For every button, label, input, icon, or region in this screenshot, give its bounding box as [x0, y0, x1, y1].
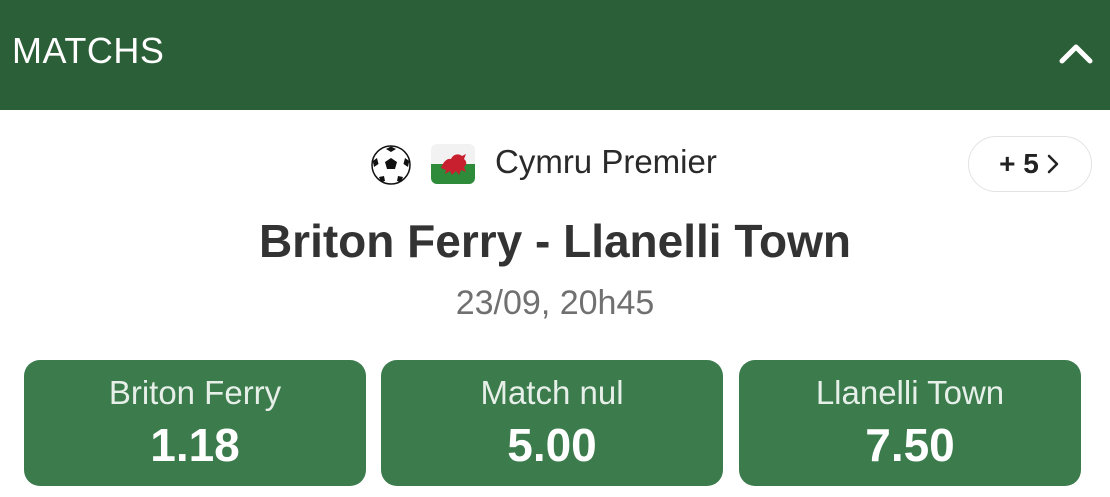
league-row: Cymru Premier + 5 [0, 136, 1110, 192]
league-name[interactable]: Cymru Premier [495, 143, 717, 181]
chevron-up-icon[interactable] [1056, 34, 1096, 74]
odd-value-away: 7.50 [865, 419, 955, 471]
wales-flag-icon [431, 144, 475, 184]
odd-label-draw: Match nul [480, 374, 624, 411]
match-datetime: 23/09, 20h45 [455, 284, 655, 322]
odd-button-draw[interactable]: Match nul 5.00 [381, 360, 723, 486]
odd-button-away[interactable]: Llanelli Town 7.50 [739, 360, 1081, 486]
odd-label-away: Llanelli Town [815, 374, 1005, 411]
matches-header[interactable]: MATCHS [0, 0, 1110, 110]
odd-label-home: Briton Ferry [108, 374, 282, 411]
odd-value-draw: 5.00 [507, 419, 597, 471]
odd-value-home: 1.18 [150, 419, 240, 471]
header-title: MATCHS [12, 30, 165, 71]
soccer-ball-icon [371, 145, 411, 185]
chevron-right-icon [1047, 154, 1059, 174]
odds-row: Briton Ferry 1.18 Match nul 5.00 Llanell… [24, 360, 1086, 486]
more-markets-label: + 5 [999, 148, 1039, 179]
more-markets-button[interactable]: + 5 [968, 136, 1092, 192]
odd-button-home[interactable]: Briton Ferry 1.18 [24, 360, 366, 486]
match-title[interactable]: Briton Ferry - Llanelli Town [0, 214, 1110, 268]
